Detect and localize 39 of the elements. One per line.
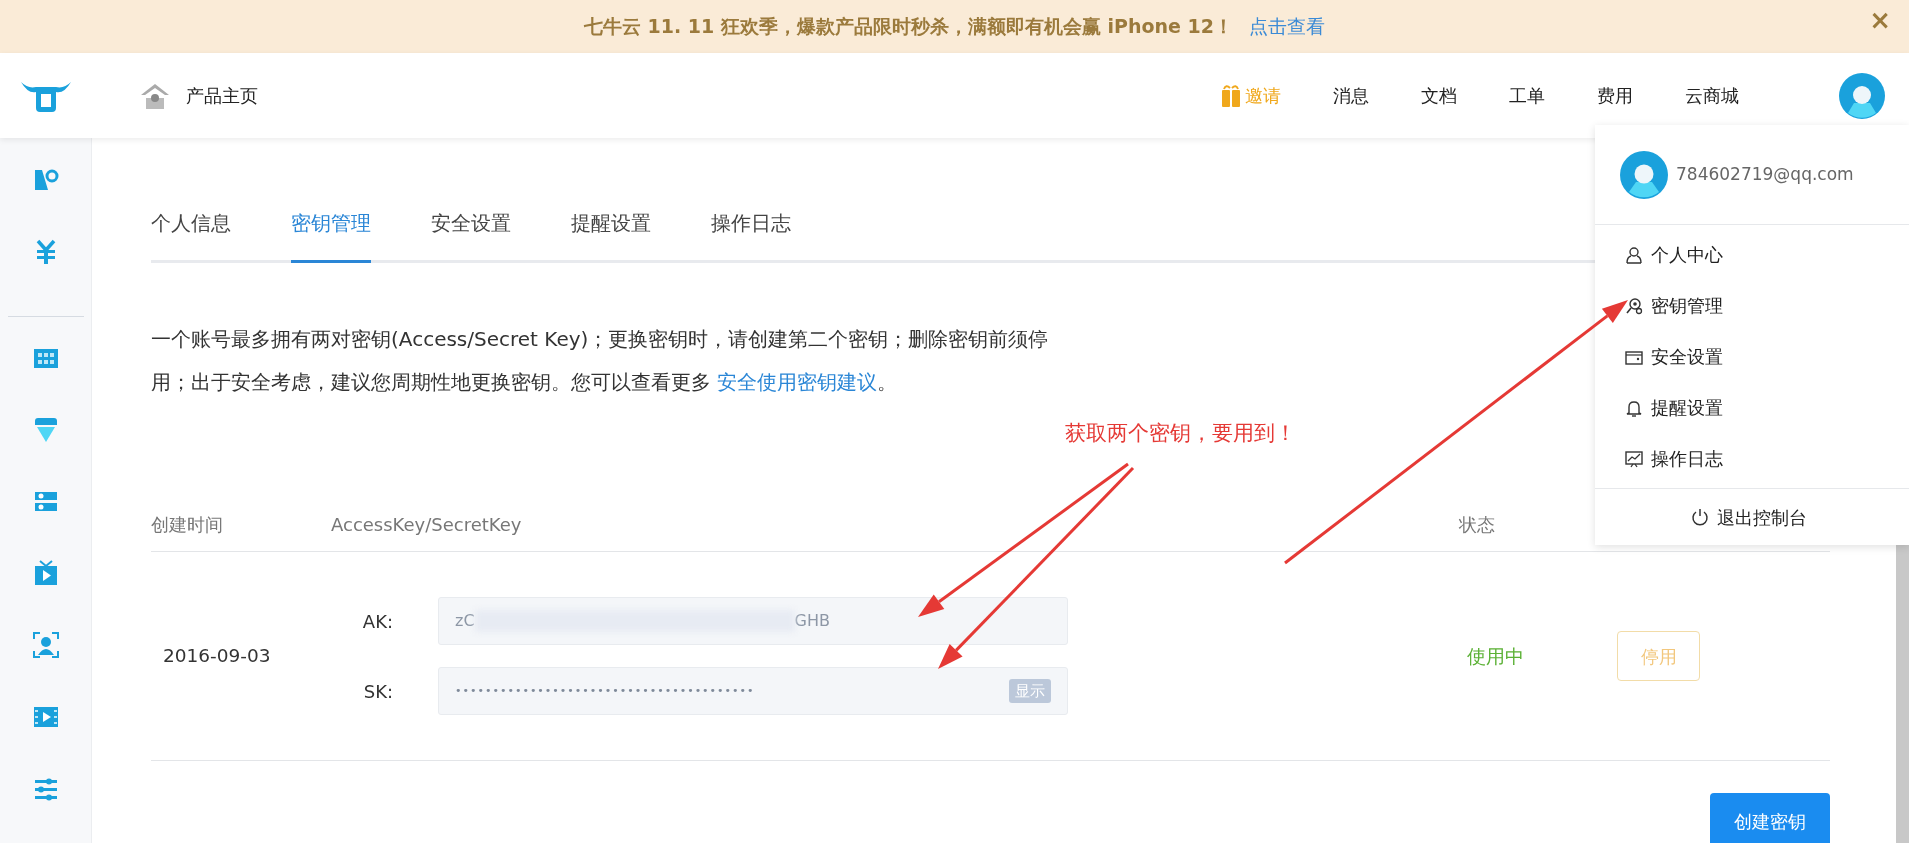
column-header: 状态: [1459, 513, 1495, 537]
power-icon: [1691, 508, 1709, 526]
banner-text: 七牛云 11. 11 狂欢季，爆款产品限时秒杀，满额即有机会赢 iPhone 12！: [583, 14, 1233, 40]
nav-link[interactable]: 消息: [1333, 82, 1369, 109]
home-icon: [140, 81, 170, 110]
key-icon: [1625, 296, 1643, 315]
tab[interactable]: 个人信息: [151, 208, 231, 263]
column-header: AccessKey/SecretKey: [331, 513, 522, 537]
menu-item[interactable]: 密钥管理: [1595, 280, 1909, 331]
menu-item[interactable]: 个人中心: [1595, 229, 1909, 280]
menu-item[interactable]: 安全设置: [1595, 331, 1909, 382]
tab[interactable]: 安全设置: [431, 208, 511, 263]
tab[interactable]: 提醒设置: [571, 208, 651, 263]
column-header: 创建时间: [151, 513, 224, 537]
nav-link[interactable]: 云商城: [1685, 82, 1739, 109]
logout-button[interactable]: 退出控制台: [1595, 489, 1909, 545]
home-link[interactable]: 产品主页: [140, 81, 258, 110]
tab[interactable]: 密钥管理: [291, 208, 371, 263]
nav-link[interactable]: 文档: [1421, 82, 1457, 109]
gift-icon: [1221, 83, 1241, 108]
menu-item[interactable]: 提醒设置: [1595, 382, 1909, 433]
chart-icon: [1625, 449, 1643, 468]
link[interactable]: 安全使用密钥建议: [717, 370, 878, 394]
menu-item[interactable]: 操作日志: [1595, 433, 1909, 484]
avatar-icon: [1620, 150, 1668, 199]
avatar-icon: [1839, 72, 1885, 119]
email-text: 784602719@qq.com: [1676, 162, 1854, 186]
status-text: 使用中: [1466, 643, 1525, 669]
field-label: SK:: [362, 679, 393, 704]
annotation-text: 获取两个密钥，要用到！: [1065, 420, 1296, 447]
nav-link[interactable]: 费用: [1597, 82, 1633, 109]
description-text: 一个账号最多拥有两对密钥(Access/Secret Key)；更换密钥时，请创建第二个密钥；删除密钥前须停用；出于安全考虑，建议您周期性地更换密钥。您可以查看更多 安全使用密钥建议。: [151, 326, 1050, 396]
user-icon: [1625, 245, 1643, 264]
field-label: AK:: [361, 609, 393, 634]
nav-link[interactable]: 工单: [1509, 82, 1545, 109]
tab[interactable]: 操作日志: [711, 208, 791, 263]
face-scan-icon[interactable]: [31, 631, 60, 660]
date-cell-text: 2016-09-03: [162, 644, 272, 669]
bell-icon: [1625, 398, 1643, 417]
